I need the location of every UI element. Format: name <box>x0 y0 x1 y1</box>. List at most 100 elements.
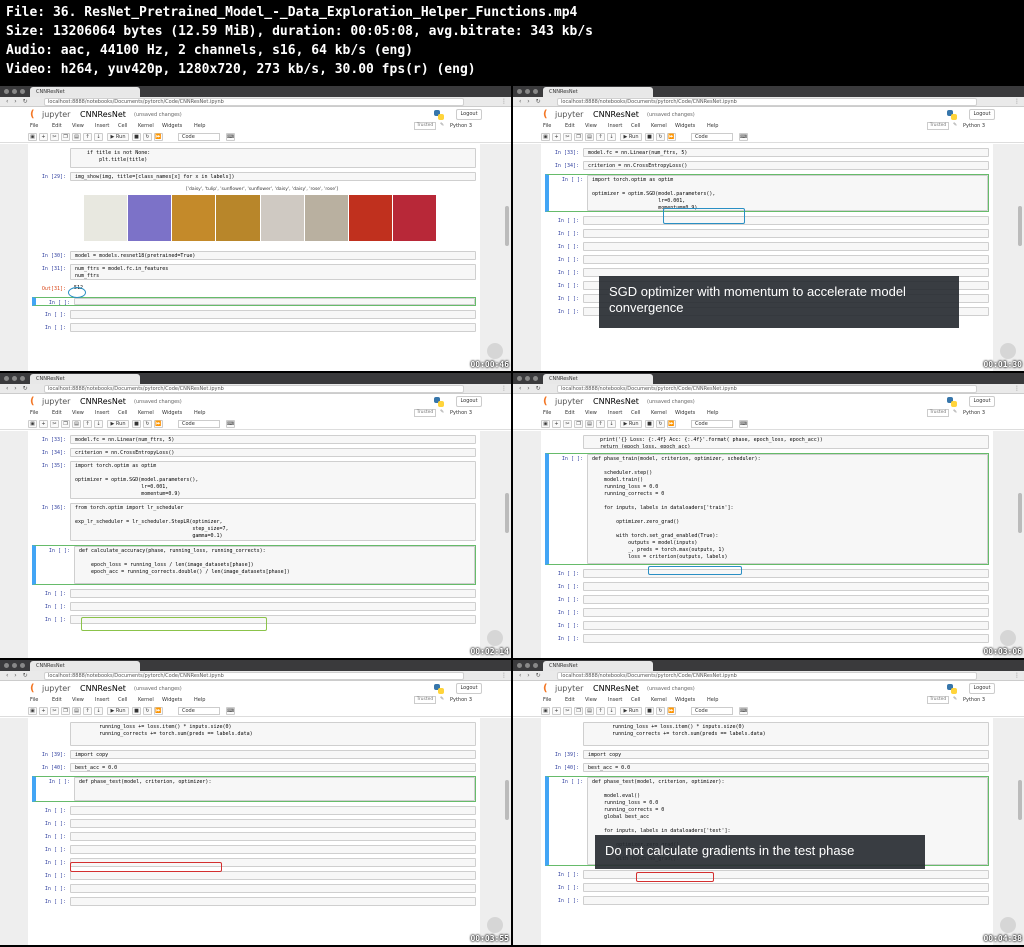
cell-input[interactable] <box>70 819 476 828</box>
code-cell[interactable]: In [ ]: <box>32 884 476 893</box>
copy-icon[interactable]: ❐ <box>574 133 583 141</box>
code-cell[interactable]: In [34]: criterion = nn.CrossEntropyLoss(… <box>32 448 476 457</box>
cell-input[interactable] <box>70 884 476 893</box>
cell-input[interactable]: import copy <box>70 750 476 759</box>
move-down-icon[interactable]: ↓ <box>94 420 103 428</box>
copy-icon[interactable]: ❐ <box>61 133 70 141</box>
cell-input[interactable]: running_loss += loss.item() * inputs.siz… <box>70 722 476 746</box>
code-cell[interactable]: In [ ]: <box>545 896 989 905</box>
move-down-icon[interactable]: ↓ <box>607 420 616 428</box>
cell-input[interactable] <box>583 595 989 604</box>
move-down-icon[interactable]: ↓ <box>607 133 616 141</box>
cell-input[interactable] <box>70 806 476 815</box>
close-window-icon[interactable] <box>517 376 522 381</box>
maximize-window-icon[interactable] <box>20 663 25 668</box>
menu-view[interactable]: View <box>72 697 84 703</box>
save-icon[interactable]: ▣ <box>541 420 550 428</box>
minimize-window-icon[interactable] <box>12 376 17 381</box>
menu-view[interactable]: View <box>72 123 84 129</box>
cell-input[interactable] <box>70 589 476 598</box>
cell-input[interactable]: def phase_test(model, criterion, optimiz… <box>74 777 475 801</box>
code-cell[interactable]: In [ ]: <box>545 569 989 578</box>
menu-cell[interactable]: Cell <box>631 410 640 416</box>
restart-icon[interactable]: ↻ <box>143 420 152 428</box>
logout-button[interactable]: Logout <box>969 109 995 120</box>
save-icon[interactable]: ▣ <box>28 707 37 715</box>
play-overlay-icon[interactable] <box>487 343 503 359</box>
cell-input[interactable]: running_loss += loss.item() * inputs.siz… <box>583 722 989 746</box>
code-cell[interactable]: In [ ]: def calculate_accuracy(phase, run… <box>32 545 476 585</box>
url-field[interactable]: localhost:8888/notebooks/Documents/pytor… <box>557 672 977 680</box>
url-field[interactable]: localhost:8888/notebooks/Documents/pytor… <box>557 98 977 106</box>
menu-widgets[interactable]: Widgets <box>675 697 695 703</box>
cell-type-select[interactable]: Code <box>178 707 220 715</box>
cell-input[interactable] <box>583 621 989 630</box>
menu-file[interactable]: File <box>543 697 551 703</box>
paste-icon[interactable]: ▤ <box>72 133 81 141</box>
play-overlay-icon[interactable] <box>487 630 503 646</box>
menu-widgets[interactable]: Widgets <box>675 410 695 416</box>
code-cell[interactable]: In [ ]: <box>32 297 476 306</box>
cut-icon[interactable]: ✂ <box>50 707 59 715</box>
restart-icon[interactable]: ↻ <box>143 133 152 141</box>
browser-tab[interactable]: CNNResNet <box>30 661 140 671</box>
menu-kernel[interactable]: Kernel <box>138 410 154 416</box>
url-field[interactable]: localhost:8888/notebooks/Documents/pytor… <box>44 98 464 106</box>
cell-input[interactable]: criterion = nn.CrossEntropyLoss() <box>70 448 476 457</box>
menu-kernel[interactable]: Kernel <box>651 697 667 703</box>
url-field[interactable]: localhost:8888/notebooks/Documents/pytor… <box>44 385 464 393</box>
keyboard-icon[interactable]: ⌨ <box>226 133 235 141</box>
cell-input[interactable]: print('{} Loss: {:.4f} Acc: {:.4f}'.form… <box>583 435 989 449</box>
maximize-window-icon[interactable] <box>20 89 25 94</box>
code-cell[interactable]: In [40]: best_acc = 0.0 <box>545 763 989 772</box>
minimize-window-icon[interactable] <box>12 89 17 94</box>
keyboard-icon[interactable]: ⌨ <box>739 420 748 428</box>
cell-input[interactable]: criterion = nn.CrossEntropyLoss() <box>583 161 989 170</box>
logout-button[interactable]: Logout <box>456 396 482 407</box>
menu-insert[interactable]: Insert <box>608 410 622 416</box>
cell-input[interactable]: from torch.optim import lr_scheduler exp… <box>70 503 476 541</box>
close-window-icon[interactable] <box>4 663 9 668</box>
menu-view[interactable]: View <box>585 697 597 703</box>
move-down-icon[interactable]: ↓ <box>607 707 616 715</box>
save-icon[interactable]: ▣ <box>28 133 37 141</box>
code-cell[interactable]: In [40]: best_acc = 0.0 <box>32 763 476 772</box>
menu-kernel[interactable]: Kernel <box>138 697 154 703</box>
menu-help[interactable]: Help <box>707 697 718 703</box>
code-cell[interactable]: In [ ]: <box>545 255 989 264</box>
code-cell[interactable]: In [ ]: <box>545 621 989 630</box>
code-cell[interactable]: In [ ]: <box>32 897 476 906</box>
play-overlay-icon[interactable] <box>1000 630 1016 646</box>
code-cell[interactable]: In [ ]: <box>545 870 989 879</box>
browser-tab[interactable]: CNNResNet <box>30 374 140 384</box>
scrollbar[interactable] <box>505 720 509 920</box>
code-cell[interactable]: In [33]: model.fc = nn.Linear(num_ftrs, 5… <box>32 435 476 444</box>
cell-input[interactable] <box>583 569 989 578</box>
minimize-window-icon[interactable] <box>525 663 530 668</box>
cell-input[interactable]: def calculate_accuracy(phase, running_lo… <box>74 546 475 584</box>
cell-input[interactable] <box>70 832 476 841</box>
stop-icon[interactable]: ■ <box>645 133 654 141</box>
move-up-icon[interactable]: ↑ <box>596 420 605 428</box>
code-cell[interactable]: In [ ]: <box>545 608 989 617</box>
menu-insert[interactable]: Insert <box>608 123 622 129</box>
menu-file[interactable]: File <box>543 410 551 416</box>
cell-input[interactable] <box>70 871 476 880</box>
browser-menu-icon[interactable]: ⋮ <box>501 98 507 105</box>
browser-menu-icon[interactable]: ⋮ <box>501 672 507 679</box>
trusted-badge[interactable]: Trusted <box>414 696 436 704</box>
menu-cell[interactable]: Cell <box>118 410 127 416</box>
close-window-icon[interactable] <box>517 89 522 94</box>
trusted-badge[interactable]: Trusted <box>927 696 949 704</box>
maximize-window-icon[interactable] <box>533 89 538 94</box>
maximize-window-icon[interactable] <box>533 376 538 381</box>
code-cell[interactable]: In [36]: from torch.optim import lr_sched… <box>32 503 476 541</box>
menu-help[interactable]: Help <box>707 123 718 129</box>
code-cell[interactable]: In [ ]: <box>32 832 476 841</box>
cut-icon[interactable]: ✂ <box>50 420 59 428</box>
menu-view[interactable]: View <box>72 410 84 416</box>
fast-forward-icon[interactable]: ⏩ <box>154 420 163 428</box>
browser-tab[interactable]: CNNResNet <box>30 87 140 97</box>
cell-input[interactable]: import torch.optim as optim optimizer = … <box>70 461 476 499</box>
cell-input[interactable]: model.fc = nn.Linear(num_ftrs, 5) <box>583 148 989 157</box>
